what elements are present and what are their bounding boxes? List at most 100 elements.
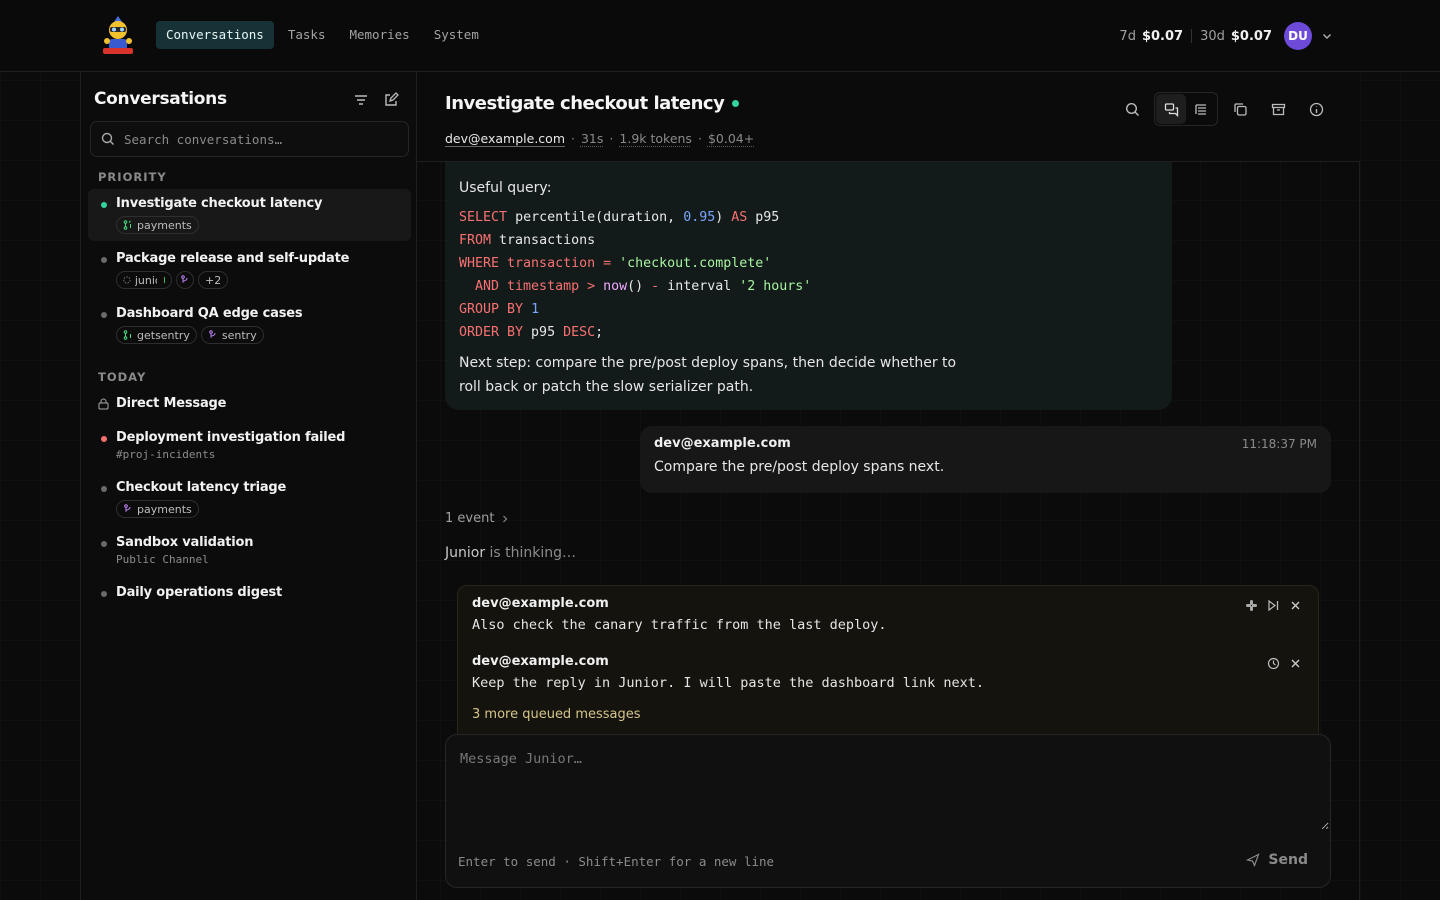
conversation-title: Direct Message [116, 396, 227, 411]
cost-30d: 30d $0.07 [1192, 29, 1280, 44]
event-toggle[interactable]: 1 event [445, 511, 510, 526]
loading-icon [123, 276, 131, 284]
user-message: dev@example.com 11:18:37 PM Compare the … [640, 426, 1331, 493]
tag-label: payments [137, 502, 192, 516]
search-icon [101, 132, 114, 145]
clock-icon[interactable] [1264, 654, 1282, 672]
pull-request-icon [164, 276, 165, 284]
user-avatar[interactable]: DU [1284, 22, 1312, 50]
sidebar-title: Conversations [94, 89, 227, 109]
tab-system[interactable]: System [424, 21, 489, 49]
tag-sentry[interactable]: sentry [200, 326, 264, 344]
slack-icon[interactable] [1242, 596, 1260, 614]
cost-30d-label: 30d [1200, 28, 1225, 44]
queued-text: Keep the reply in Junior. I will paste t… [472, 675, 985, 691]
send-label: Send [1268, 852, 1308, 868]
conversation-item[interactable]: Direct Message [88, 389, 411, 419]
status-dot [101, 541, 107, 547]
tag-getsentry[interactable]: getsentry [116, 326, 197, 344]
cost-30d-value: $0.07 [1230, 28, 1272, 44]
message-intro: Useful query: [459, 180, 552, 196]
conversation-channel: Public Channel [116, 553, 209, 566]
queued-messages: dev@example.com Also check the canary tr… [457, 585, 1319, 737]
code-line: SELECT percentile(duration, 0.95) AS p95 [459, 210, 780, 225]
code-line: WHERE transaction = 'checkout.complete' [459, 256, 772, 271]
tab-conversations[interactable]: Conversations [156, 21, 274, 49]
info-icon[interactable] [1300, 93, 1332, 125]
code-line: ORDER BY p95 DESC; [459, 325, 604, 340]
tab-memories[interactable]: Memories [339, 21, 419, 49]
conversation-item[interactable]: Investigate checkout latency payments [88, 189, 411, 241]
queued-message: dev@example.com Also check the canary tr… [472, 596, 1304, 633]
chat-header: Investigate checkout latency dev@example… [417, 72, 1360, 162]
thinking-indicator: Junior is thinking… [445, 545, 576, 561]
conversation-item[interactable]: Dashboard QA edge cases getsentry sentry [88, 299, 411, 351]
filter-icon[interactable] [351, 90, 371, 110]
close-icon[interactable] [1286, 654, 1304, 672]
chevron-right-icon [503, 515, 508, 522]
tag-junior[interactable]: junior [116, 271, 172, 289]
tab-tasks[interactable]: Tasks [278, 21, 336, 49]
message-input[interactable] [447, 736, 1329, 830]
conversation-item[interactable]: Sandbox validation Public Channel [88, 528, 411, 572]
trace-view-icon[interactable] [1186, 94, 1216, 124]
composer-hint: Enter to send · Shift+Enter for a new li… [458, 854, 775, 869]
close-icon[interactable] [1286, 596, 1304, 614]
conversation-title: Deployment investigation failed [116, 430, 346, 445]
queued-author: dev@example.com [472, 596, 609, 611]
code-line: AND timestamp > now() - interval '2 hour… [459, 279, 812, 294]
queued-author: dev@example.com [472, 654, 609, 669]
tag-payments[interactable]: payments [116, 216, 199, 234]
conversations-sidebar: Conversations PRIORITY Investigate check… [80, 72, 417, 900]
status-dot [101, 436, 107, 442]
branch-icon [124, 504, 131, 512]
conversation-item[interactable]: Package release and self-update junior +… [88, 244, 411, 296]
tag-branch[interactable] [176, 271, 194, 289]
chat-panel: Useful query: SELECT percentile(duration… [417, 72, 1360, 900]
meta-user[interactable]: dev@example.com [445, 131, 565, 146]
new-conversation-icon[interactable] [381, 90, 401, 110]
copy-icon[interactable] [1224, 93, 1256, 125]
send-icon [1246, 853, 1261, 867]
header-actions [1116, 92, 1332, 126]
message-outro-line: Next step: compare the pre/post deploy s… [459, 355, 957, 371]
tag-payments[interactable]: payments [116, 500, 199, 518]
conversation-item[interactable]: Daily operations digest [88, 578, 411, 608]
search-box [90, 121, 409, 157]
conversation-item[interactable]: Deployment investigation failed #proj-in… [88, 423, 411, 467]
search-icon[interactable] [1116, 93, 1148, 125]
code-line: FROM transactions [459, 233, 596, 248]
conversation-title: Sandbox validation [116, 535, 254, 550]
search-input[interactable] [124, 131, 394, 147]
cost-summary: 7d $0.07 30d $0.07 DU [1111, 22, 1336, 50]
chat-view-icon[interactable] [1156, 94, 1186, 124]
top-bar: Conversations Tasks Memories System 7d $… [0, 0, 1440, 72]
conversation-channel: #proj-incidents [116, 448, 216, 461]
junior-logo-icon[interactable] [99, 14, 137, 56]
thinking-text: is thinking… [485, 545, 577, 561]
message-author: dev@example.com [654, 436, 791, 451]
archive-icon[interactable] [1262, 93, 1294, 125]
chevron-down-icon[interactable] [1318, 27, 1336, 45]
queued-text: Also check the canary traffic from the l… [472, 617, 887, 633]
tag-more-count[interactable]: +2 [198, 271, 229, 289]
online-status-dot [732, 100, 740, 107]
branch-icon [181, 275, 188, 283]
conversation-title: Package release and self-update [116, 251, 350, 266]
meta-separator: · [697, 131, 702, 146]
message-composer: Enter to send · Shift+Enter for a new li… [445, 734, 1331, 888]
conversation-title: Investigate checkout latency [116, 196, 323, 211]
code-block: SELECT percentile(duration, 0.95) AS p95… [459, 206, 1158, 344]
status-dot [101, 312, 107, 318]
message-text: Compare the pre/post deploy spans next. [654, 459, 945, 475]
main-nav: Conversations Tasks Memories System [156, 21, 493, 49]
tag-label: payments [137, 218, 192, 232]
tag-label: junior [134, 273, 157, 287]
conversation-item[interactable]: Checkout latency triage payments [88, 473, 411, 523]
more-queued-link[interactable]: 3 more queued messages [472, 707, 1304, 722]
send-now-icon[interactable] [1264, 596, 1282, 614]
status-dot [101, 486, 107, 492]
status-dot [101, 257, 107, 263]
event-label: 1 event [445, 511, 495, 526]
send-button[interactable]: Send [1246, 852, 1308, 868]
